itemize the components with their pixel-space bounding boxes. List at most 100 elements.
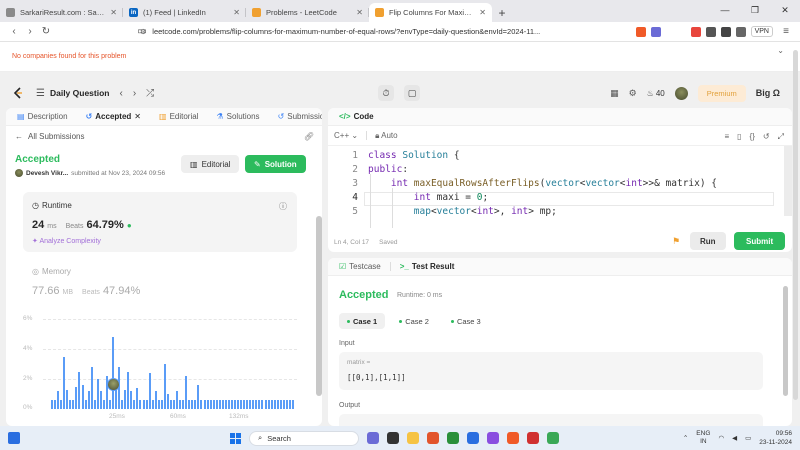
chart-bar[interactable] [72,400,75,409]
edge-icon[interactable] [467,432,479,444]
language-select[interactable]: C++ ⌄ [334,131,358,140]
daily-question-button[interactable]: ☰ Daily Question [36,88,109,99]
chart-bar[interactable] [145,400,148,409]
speaker-icon[interactable]: ◀ [732,434,737,442]
chart-bar[interactable] [173,400,176,409]
chart-bar[interactable] [270,400,273,409]
streak-counter[interactable]: ♨ 40 [647,89,665,98]
chart-bar[interactable] [276,400,279,409]
case-2-tab[interactable]: Case 2 [391,313,437,329]
windows-start-icon[interactable] [230,432,241,444]
all-submissions-link[interactable]: ← All Submissions 🔗︎ [6,126,322,147]
chart-bar[interactable] [51,400,54,409]
chart-bar[interactable] [154,391,157,409]
chart-bar[interactable] [163,364,166,409]
chart-bar[interactable] [54,400,57,409]
chart-bar[interactable] [99,391,102,409]
analyze-complexity-link[interactable]: ✦ Analyze Complexity [32,237,101,245]
tab-test-result[interactable]: >_ Test Result [395,262,460,271]
runtime-card[interactable]: ◷ Runtime ⓘ 24 ms Beats 64.79% ● ✦ Analy… [23,192,297,297]
bookmark-icon[interactable]: ▯ [737,132,741,142]
chart-bar[interactable] [267,400,270,409]
scrollbar[interactable] [316,216,322,396]
run-button[interactable]: Run [690,232,726,250]
chart-bar[interactable] [206,400,209,409]
code-editor[interactable]: 1 2 3 4 5 class Solution { public: int m… [328,146,778,228]
chart-bar[interactable] [75,386,78,409]
close-icon[interactable]: ✕ [134,112,141,121]
tab-editorial[interactable]: ▥ Editorial [154,112,203,121]
reset-icon[interactable]: ↺ [763,132,770,142]
format-icon[interactable]: ≡ [724,132,729,142]
chart-bar[interactable] [194,400,197,409]
chart-bar[interactable] [96,379,99,409]
browser-tab-linkedin[interactable]: in (1) Feed | LinkedIn ✕ [123,3,246,22]
notes-icon[interactable]: ▢ [404,85,420,101]
case-1-tab[interactable]: Case 1 [339,313,386,329]
chart-bar[interactable] [166,394,169,409]
chart-bar[interactable] [169,400,172,409]
close-icon[interactable]: ✕ [356,8,363,17]
scrollbar[interactable] [783,286,788,396]
chart-bar[interactable] [130,391,133,409]
shuffle-icon[interactable]: ⤮ [146,88,154,99]
chart-bar[interactable] [179,400,182,409]
firefox-icon[interactable] [427,432,439,444]
close-icon[interactable]: ✕ [479,8,486,17]
chart-bar[interactable] [200,400,203,409]
big-o-button[interactable]: Big Ω [756,88,780,98]
chart-bar[interactable] [108,400,111,409]
app-icon[interactable] [487,432,499,444]
chart-bar[interactable] [264,400,267,409]
close-icon[interactable]: ✕ [233,8,240,17]
case-3-tab[interactable]: Case 3 [443,313,489,329]
vpn-button[interactable]: VPN [750,26,773,37]
chart-bar[interactable] [57,391,60,409]
app-icon[interactable] [447,432,459,444]
info-icon[interactable]: ⓘ [279,201,287,212]
chart-bar[interactable] [279,400,282,409]
chart-bar[interactable] [224,400,227,409]
mcafee-icon[interactable] [527,432,539,444]
battery-icon[interactable]: ▭ [745,434,751,442]
chart-bar[interactable] [273,400,276,409]
prev-problem-icon[interactable]: ‹ [119,88,122,99]
editorial-button[interactable]: ▥ Editorial [181,155,240,173]
widgets-icon[interactable] [8,432,20,444]
chart-bar[interactable] [185,376,188,409]
chart-bar[interactable] [288,400,291,409]
chart-bar[interactable] [182,400,185,409]
debug-icon[interactable]: ⚑ [672,236,680,247]
sidebar-icon[interactable] [720,26,731,37]
chart-bar[interactable] [197,385,200,409]
layout-icon[interactable]: ▦ [610,88,619,99]
site-info-icon[interactable]: ⚙ [140,28,146,36]
close-window-icon[interactable]: ✕ [770,0,800,20]
chart-bar[interactable] [133,400,136,409]
chart-bar[interactable] [90,367,93,409]
chart-bar[interactable] [102,400,105,409]
chart-bar[interactable] [66,389,69,409]
chart-bar[interactable] [285,400,288,409]
chart-bar[interactable] [151,400,154,409]
chevron-down-icon[interactable]: ⌄ [777,46,784,55]
chart-bar[interactable] [258,400,261,409]
chart-bar[interactable] [191,400,194,409]
submit-button[interactable]: Submit [734,232,786,250]
minimize-icon[interactable]: — [710,0,740,20]
tab-solutions[interactable]: ⚗ Solutions [211,112,264,121]
language-indicator[interactable]: ENG IN [696,430,710,446]
back-icon[interactable]: ‹ [6,26,22,37]
chart-bar[interactable] [218,400,221,409]
tab-testcase[interactable]: ☑ Testcase [334,262,386,271]
forward-icon[interactable]: › [22,26,38,37]
brave-rewards-icon[interactable] [650,26,661,37]
chart-bar[interactable] [157,400,160,409]
chart-bar[interactable] [60,400,63,409]
solution-button[interactable]: ✎ Solution [245,155,306,173]
browser-tab-sarkari[interactable]: SarkariResult.com : Sarkari Results... ✕ [0,3,123,22]
task-view-icon[interactable] [387,432,399,444]
new-tab-button[interactable]: + [492,3,512,22]
chart-bar[interactable] [121,400,124,409]
reload-icon[interactable]: ↻ [38,26,54,37]
